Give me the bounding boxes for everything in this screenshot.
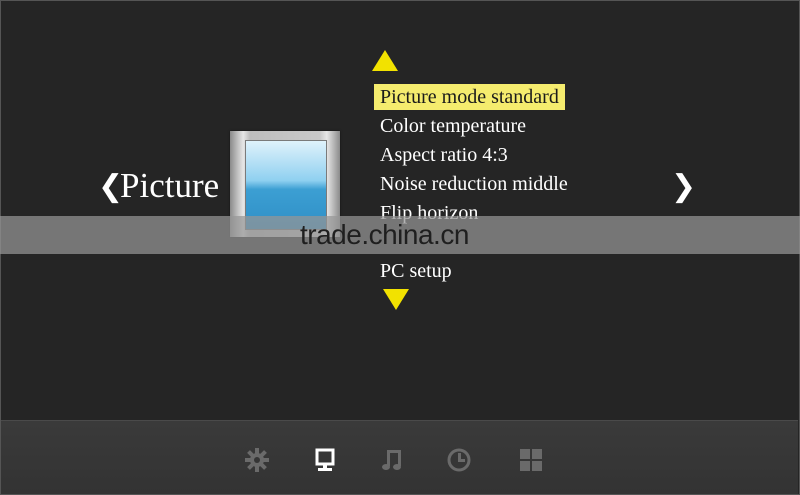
next-category-arrow[interactable]: ❯ <box>671 172 696 202</box>
menu-item-picture-mode[interactable]: Picture mode standard <box>374 84 565 110</box>
menu-item-noise-reduction[interactable]: Noise reduction middle <box>374 171 574 197</box>
grid-icon[interactable] <box>518 447 544 473</box>
menu-item-pc-setup[interactable]: PC setup <box>374 258 458 284</box>
menu-item-color-temperature[interactable]: Color temperature <box>374 113 532 139</box>
clock-icon[interactable] <box>446 447 472 473</box>
music-note-icon[interactable] <box>380 447 406 473</box>
watermark-text: trade.china.cn <box>300 219 469 250</box>
triangle-down-icon[interactable] <box>383 289 409 310</box>
category-title: Picture <box>120 166 220 205</box>
monitor-icon[interactable] <box>312 447 338 473</box>
bottom-tab-bar <box>1 420 798 494</box>
triangle-up-icon[interactable] <box>372 50 398 71</box>
menu-item-aspect-ratio[interactable]: Aspect ratio 4:3 <box>374 142 514 168</box>
gear-icon[interactable] <box>244 447 270 473</box>
